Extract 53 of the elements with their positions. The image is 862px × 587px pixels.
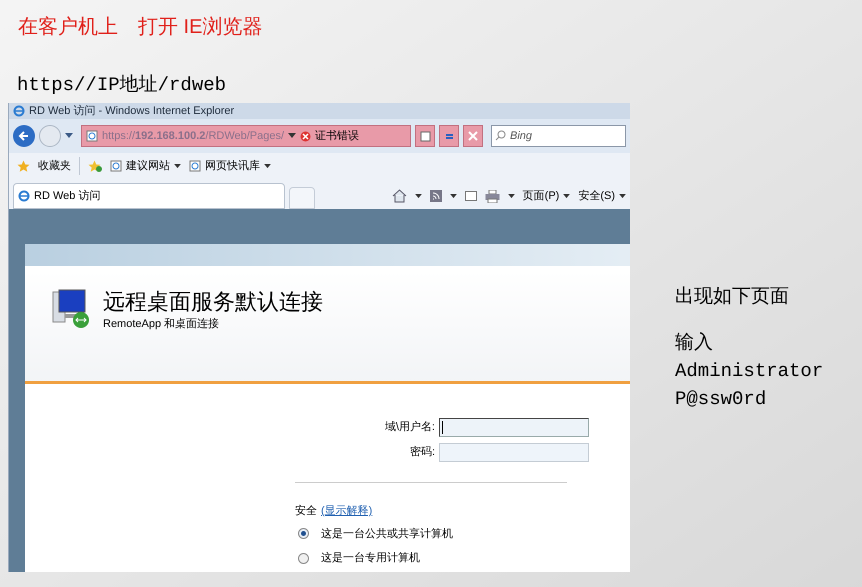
dropdown-arrow-icon[interactable] [414,194,422,198]
dropdown-arrow-icon [563,194,570,198]
add-favorite-icon[interactable] [88,160,102,172]
url-hint: https//IP地址/rdweb [17,74,226,96]
address-bar[interactable]: https://192.168.100.2/RDWeb/Pages/ 证书错误 [81,125,411,147]
printer-icon[interactable] [484,190,500,202]
menu-button[interactable]: 安全(S) [578,188,615,204]
search-icon [495,130,506,141]
dropdown-arrow-icon [619,194,626,198]
dropdown-arrow-icon [264,164,271,168]
field-label: 域\用户名: [384,420,435,436]
option-label: 这是一台专用计算机 [321,550,420,566]
radio-button[interactable] [298,552,309,564]
menu-button[interactable]: 页面(P) [522,188,560,204]
compat-view-button[interactable] [415,125,435,147]
note-text: 出现如下页面 [675,285,790,309]
window-title: RD Web 访问 - Windows Internet Explorer [29,104,234,119]
browser-logo-icon [13,105,25,117]
note-text: Administrator [675,359,824,384]
dropdown-arrow-icon[interactable] [288,133,296,139]
back-button[interactable] [13,125,35,147]
dropdown-arrow-icon [174,164,181,168]
note-text: 输入 [675,331,714,355]
feed-icon[interactable] [430,190,442,202]
page-heading: 远程桌面服务默认连接 [103,288,323,316]
browser-tab[interactable]: RD Web 访问 [13,183,285,209]
page-subtitle: RemoteApp 和桌面连接 [103,316,220,332]
note-text: P@ssw0rd [675,387,768,412]
refresh-button[interactable] [439,125,459,147]
home-icon[interactable] [392,189,407,203]
error-icon [300,130,312,142]
field-label: 密码: [408,444,435,460]
input-field[interactable] [439,418,589,437]
search-field[interactable]: Bing [491,125,626,147]
explain-link[interactable]: (显示解释) [321,503,372,520]
browser-logo-icon [18,190,30,202]
dropdown-arrow-icon[interactable] [65,133,73,139]
radio-button[interactable] [298,528,309,540]
stop-button[interactable] [463,125,483,147]
slide-title: 在客户机上 打开 IE浏览器 [18,16,262,38]
star-icon [17,160,30,172]
certificate-error[interactable]: 证书错误 [315,128,360,144]
close-icon [468,131,478,141]
favorites-link[interactable]: 建议网站 [126,158,170,174]
mail-icon[interactable] [464,191,477,201]
favorites-link[interactable]: 网页快讯库 [205,158,260,174]
dropdown-arrow-icon[interactable] [450,194,457,198]
dropdown-arrow-icon[interactable] [508,194,515,198]
option-label: 这是一台公共或共享计算机 [321,526,453,542]
favorites-button[interactable]: 收藏夹 [38,158,71,174]
back-arrow-icon [18,130,30,142]
address-text: https://192.168.100.2/RDWeb/Pages/ [102,128,284,144]
security-label: 安全 [295,504,317,519]
